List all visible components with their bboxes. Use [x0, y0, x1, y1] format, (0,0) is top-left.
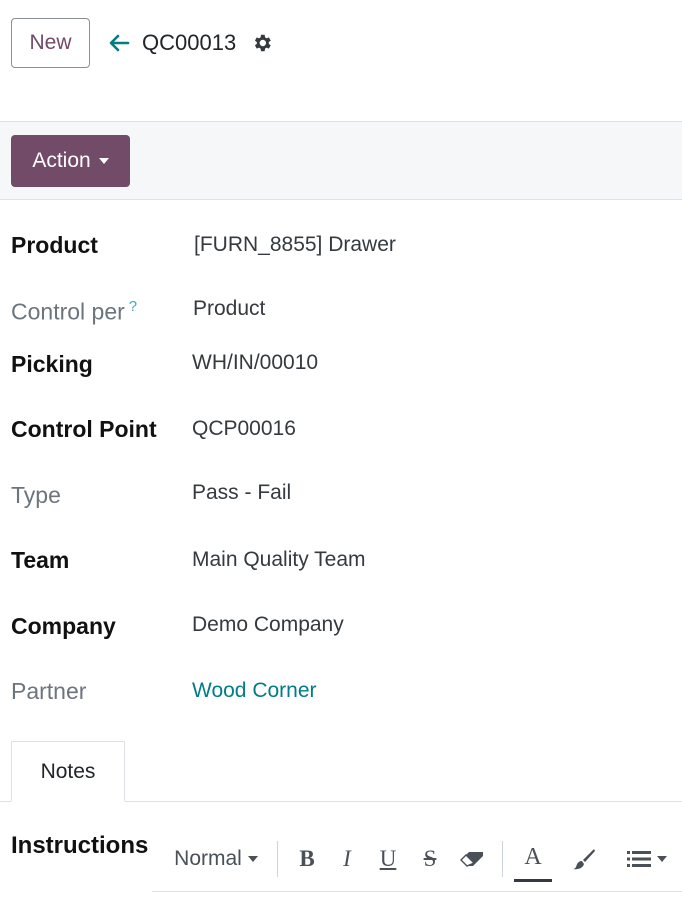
field-label-partner: Partner	[11, 678, 87, 704]
strikethrough-icon[interactable]: S	[415, 833, 445, 885]
instructions-label: Instructions	[11, 832, 149, 859]
italic-icon[interactable]: I	[332, 833, 362, 885]
field-value-type[interactable]: Pass - Fail	[192, 481, 291, 505]
underline-icon[interactable]: U	[373, 833, 403, 885]
paragraph-style-label: Normal	[174, 847, 242, 870]
field-value-control-point[interactable]: QCP00016	[192, 417, 296, 441]
caret-down-icon	[247, 856, 258, 862]
caret-down-icon	[657, 856, 667, 862]
font-color-icon[interactable]: A	[514, 835, 552, 882]
editor-toolbar: Normal B I U S A	[152, 833, 682, 892]
field-label-picking: Picking	[11, 351, 93, 377]
field-value-company[interactable]: Demo Company	[192, 613, 344, 637]
eraser-icon[interactable]	[455, 833, 489, 885]
toolbar-separator	[277, 841, 278, 877]
field-label-company: Company	[11, 613, 116, 639]
background-color-icon[interactable]	[568, 833, 600, 885]
action-label: Action	[32, 149, 91, 172]
new-button[interactable]: New	[11, 18, 90, 68]
paragraph-style-dropdown[interactable]: Normal	[166, 833, 266, 885]
field-label-team: Team	[11, 547, 70, 573]
field-value-product[interactable]: [FURN_8855] Drawer	[194, 233, 396, 257]
help-tooltip-icon[interactable]: ?	[129, 298, 137, 315]
field-value-team[interactable]: Main Quality Team	[192, 548, 366, 572]
tab-notes[interactable]: Notes	[11, 741, 125, 802]
field-label-control-per: Control per?	[11, 298, 137, 326]
field-label-type: Type	[11, 482, 61, 508]
back-arrow-icon[interactable]	[108, 32, 130, 54]
list-dropdown[interactable]	[622, 833, 672, 885]
field-label-control-point: Control Point	[11, 416, 157, 442]
field-value-picking[interactable]: WH/IN/00010	[192, 351, 318, 375]
toolbar-separator	[502, 841, 503, 877]
control-per-text: Control per	[11, 298, 125, 325]
action-dropdown-button[interactable]: Action	[11, 135, 130, 187]
caret-down-icon	[98, 158, 109, 164]
field-label-product: Product	[11, 232, 98, 258]
bold-icon[interactable]: B	[292, 833, 322, 885]
breadcrumb-record-name: QC00013	[142, 30, 237, 55]
control-panel-header: New QC00013	[0, 0, 682, 121]
list-icon	[627, 851, 651, 867]
field-value-partner-link[interactable]: Wood Corner	[192, 679, 317, 703]
action-bar: Action	[0, 121, 682, 200]
field-value-control-per[interactable]: Product	[193, 297, 265, 321]
gear-icon[interactable]	[251, 32, 273, 54]
